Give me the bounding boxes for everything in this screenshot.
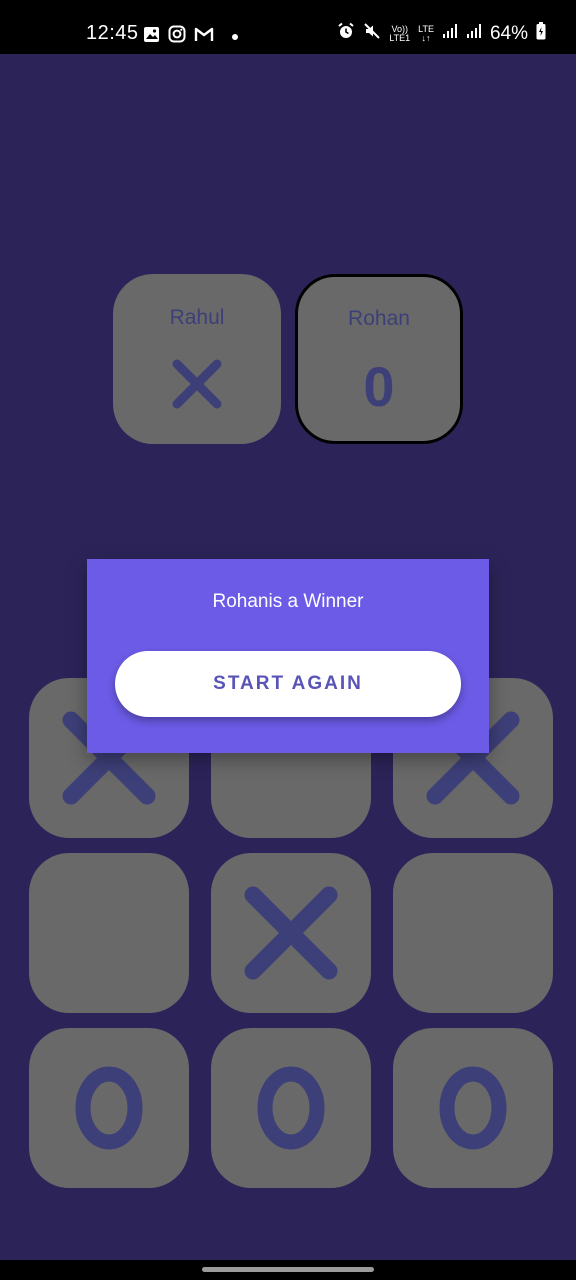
home-handle[interactable] <box>202 1267 374 1272</box>
board-cell-9[interactable] <box>393 1028 553 1188</box>
board-cell-5[interactable] <box>211 853 371 1013</box>
status-system-icons: Vo)) LTE1 LTE ↓↑ 64% <box>337 22 546 46</box>
winner-dialog: Rohanis a Winner START AGAIN <box>87 559 489 753</box>
board-cell-4[interactable] <box>29 853 189 1013</box>
mute-icon <box>363 22 381 46</box>
player-name: Rahul <box>169 306 225 329</box>
alarm-icon <box>337 22 355 46</box>
lte1-label: LTE1 <box>389 33 411 43</box>
signal-icon <box>442 23 458 45</box>
o-mark-icon <box>75 1066 143 1150</box>
player-mark-x-icon <box>113 356 281 421</box>
player-card-rohan: Rohan 0 <box>295 274 463 444</box>
board-cell-6[interactable] <box>393 853 553 1013</box>
navigation-bar <box>0 1260 576 1280</box>
lte-icon: LTE ↓↑ <box>418 25 434 43</box>
board-cell-7[interactable] <box>29 1028 189 1188</box>
start-again-button[interactable]: START AGAIN <box>115 651 461 717</box>
winner-message: Rohanis a Winner <box>212 591 364 612</box>
gallery-icon <box>143 26 160 48</box>
notification-dot-icon <box>232 33 238 40</box>
gmail-icon <box>194 26 214 47</box>
battery-percent: 64% <box>489 23 528 44</box>
x-mark-icon <box>244 886 338 980</box>
o-mark-icon <box>257 1066 325 1150</box>
status-notification-icons <box>143 25 238 48</box>
data-arrows-icon: ↓↑ <box>421 33 431 43</box>
status-time: 12:45 <box>86 22 139 44</box>
volte-icon: Vo)) LTE1 <box>389 25 410 43</box>
o-mark-icon <box>439 1066 507 1150</box>
battery-icon <box>536 22 546 46</box>
status-bar: 12:45 Vo)) LTE1 LTE ↓↑ 64% <box>0 0 576 54</box>
signal-icon <box>466 23 482 45</box>
player-name: Rohan <box>348 307 410 330</box>
board-cell-8[interactable] <box>211 1028 371 1188</box>
player-mark: 0 <box>363 355 395 418</box>
instagram-icon <box>168 25 186 48</box>
player-card-rahul: Rahul <box>113 274 281 444</box>
